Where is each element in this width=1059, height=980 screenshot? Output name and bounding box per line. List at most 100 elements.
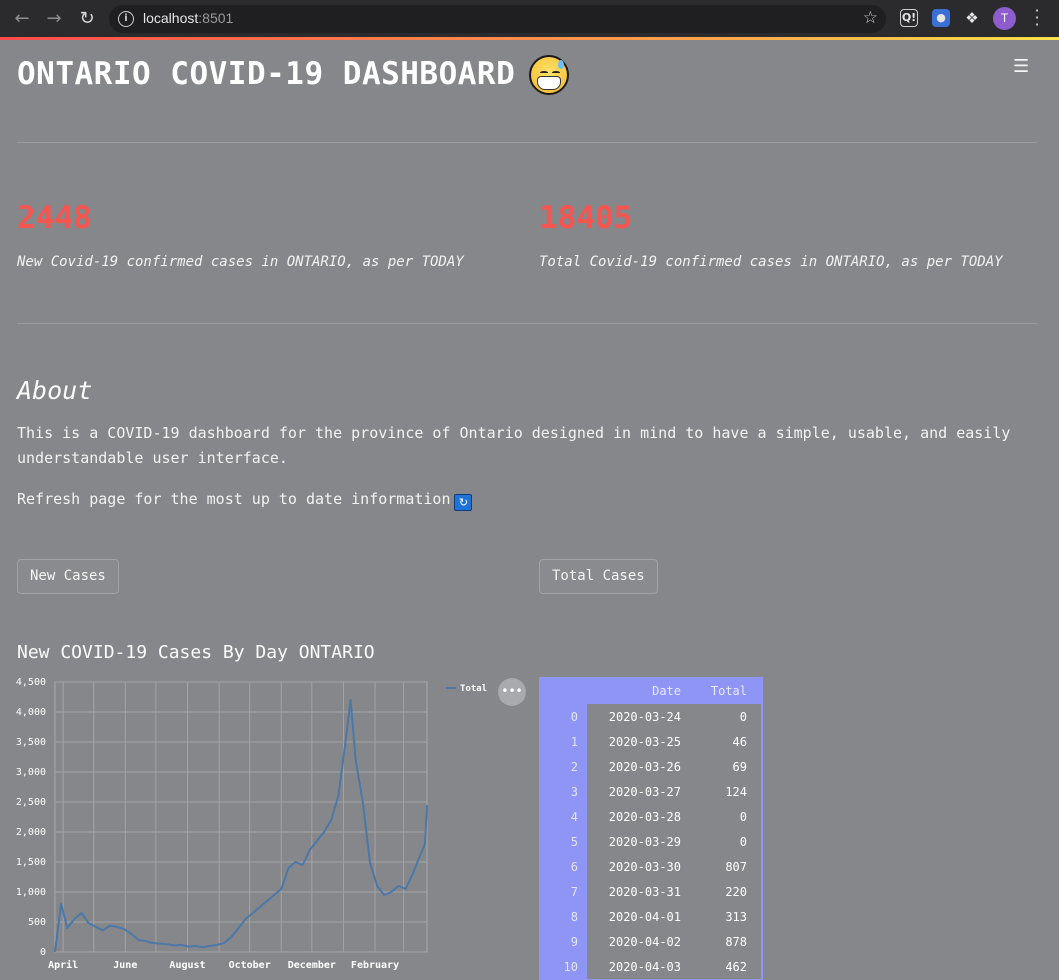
table-row: 4 2020-03-28 0 [539,804,761,829]
browser-toolbar: ← → ↻ i localhost:8501 ☆ Q! ● ❖ T · · · [0,0,1059,37]
mask-face-emoji-icon [529,55,569,95]
table-date-cell: 2020-04-02 [587,929,695,954]
table-row: 7 2020-03-31 220 [539,879,761,904]
back-arrow-icon[interactable]: ← [10,7,34,31]
table-row: 8 2020-04-01 313 [539,904,761,929]
table-row: 6 2020-03-30 807 [539,854,761,879]
y-tick-label: 4,000 [16,707,46,718]
x-tick-label: October [229,960,271,971]
table-total-cell: 69 [695,754,761,779]
table-date-cell: 2020-03-31 [587,879,695,904]
emoji-mask [537,76,561,90]
table-row: 3 2020-03-27 124 [539,779,761,804]
table-header-total: Total [710,683,747,698]
table-date-cell: 2020-03-30 [587,854,695,879]
refresh-text: Refresh page for the most up to date inf… [17,490,451,508]
table-row: 10 2020-04-03 462 [539,954,761,979]
table-date-cell: 2020-03-24 [587,704,695,729]
table-date-cell: 2020-04-01 [587,904,695,929]
table-row: 0 2020-03-24 0 [539,704,761,729]
url-text[interactable]: localhost:8501 [143,10,233,26]
table-total-cell: 878 [695,929,761,954]
table-row: 1 2020-03-25 46 [539,729,761,754]
table-index-header [539,677,587,704]
browser-menu-icon[interactable]: · · · [1032,3,1042,33]
table-row: 5 2020-03-29 0 [539,829,761,854]
table-row: 9 2020-04-02 878 [539,929,761,954]
extension-q-icon[interactable]: Q! [900,9,918,27]
table-header-date: Date [652,683,681,698]
plot-area [54,681,428,953]
table-index-cell: 8 [539,904,587,929]
table-row: 2 2020-03-26 69 [539,754,761,779]
address-bar[interactable]: i localhost:8501 ☆ [109,5,886,33]
x-tick-label: June [113,960,137,971]
about-heading: About [17,376,93,405]
hamburger-menu-icon[interactable]: ☰ [1013,58,1031,76]
new-cases-button[interactable]: New Cases [17,559,119,594]
x-tick-label: April [48,959,78,971]
y-tick-label: 3,500 [16,737,46,748]
y-tick-label: 2,000 [16,827,46,838]
table-date-cell: 2020-03-29 [587,829,695,854]
y-tick-label: 0 [40,947,46,958]
url-host: localhost [143,10,199,26]
forward-arrow-icon[interactable]: → [42,7,66,31]
puzzle-icon[interactable]: ❖ [963,9,981,27]
y-tick-label: 4,500 [16,677,46,688]
bookmark-star-icon[interactable]: ☆ [863,8,878,28]
table-date-cell: 2020-03-25 [587,729,695,754]
reload-icon[interactable]: ↻ [75,7,99,31]
table-index-cell: 1 [539,729,587,754]
series-line-total [54,699,428,953]
table-total-cell: 124 [695,779,761,804]
chart-more-options-button[interactable]: ••• [498,678,526,706]
page-title: ONTARIO COVID-19 DASHBOARD [17,56,516,92]
about-text: This is a COVID-19 dashboard for the pro… [17,424,1011,467]
total-cases-label: Total Covid-19 confirmed cases in ONTARI… [539,254,1003,270]
new-cases-chart: 0 500 1,000 1,500 2,000 2,500 3,000 3,500 4,000 4… [0,672,500,980]
refresh-emoji-icon: ↻ [454,494,473,511]
avatar[interactable]: T [993,7,1016,30]
total-cases-button[interactable]: Total Cases [539,559,658,594]
divider [17,323,1037,324]
table-total-cell: 0 [695,804,761,829]
y-tick-label: 500 [28,917,46,928]
table-total-cell: 220 [695,879,761,904]
table-index-cell: 6 [539,854,587,879]
emoji-eye [552,71,560,74]
x-tick-label: August [169,960,205,971]
y-tick-label: 3,000 [16,767,46,778]
table-date-cell: 2020-04-03 [587,954,695,979]
y-tick-label: 1,000 [16,887,46,898]
table-date-cell: 2020-03-27 [587,779,695,804]
table-index-cell: 9 [539,929,587,954]
chart-title: New COVID-19 Cases By Day ONTARIO [17,642,375,663]
url-port: :8501 [198,10,234,26]
table-index-cell: 3 [539,779,587,804]
table-index-cell: 2 [539,754,587,779]
extension-icon[interactable]: ● [932,9,950,27]
table-total-cell: 46 [695,729,761,754]
table-index-cell: 7 [539,879,587,904]
new-cases-label: New Covid-19 confirmed cases in ONTARIO,… [17,254,464,270]
total-cases-value: 18405 [539,200,633,236]
table-date-cell: 2020-03-26 [587,754,695,779]
x-tick-label: February [351,960,399,971]
x-tick-label: December [288,960,336,971]
table-total-cell: 313 [695,904,761,929]
table-index-cell: 10 [539,954,587,979]
site-info-icon[interactable]: i [118,11,134,27]
table-date-cell: 2020-03-28 [587,804,695,829]
table-index-cell: 0 [539,704,587,729]
emoji-sweat-drop [558,60,564,69]
table-total-cell: 807 [695,854,761,879]
y-tick-label: 1,500 [16,857,46,868]
divider [17,142,1037,143]
y-tick-label: 2,500 [16,797,46,808]
line-chart-svg: 0 500 1,000 1,500 2,000 2,500 3,000 3,500 4,000 4… [16,677,487,971]
refresh-paragraph: Refresh page for the most up to date inf… [17,487,1037,512]
legend-label: Total [460,684,487,694]
cases-table: Date Total 0 2020-03-24 0 1 2020-03-25 46 2 202… [539,677,763,980]
table-total-cell: 0 [695,829,761,854]
